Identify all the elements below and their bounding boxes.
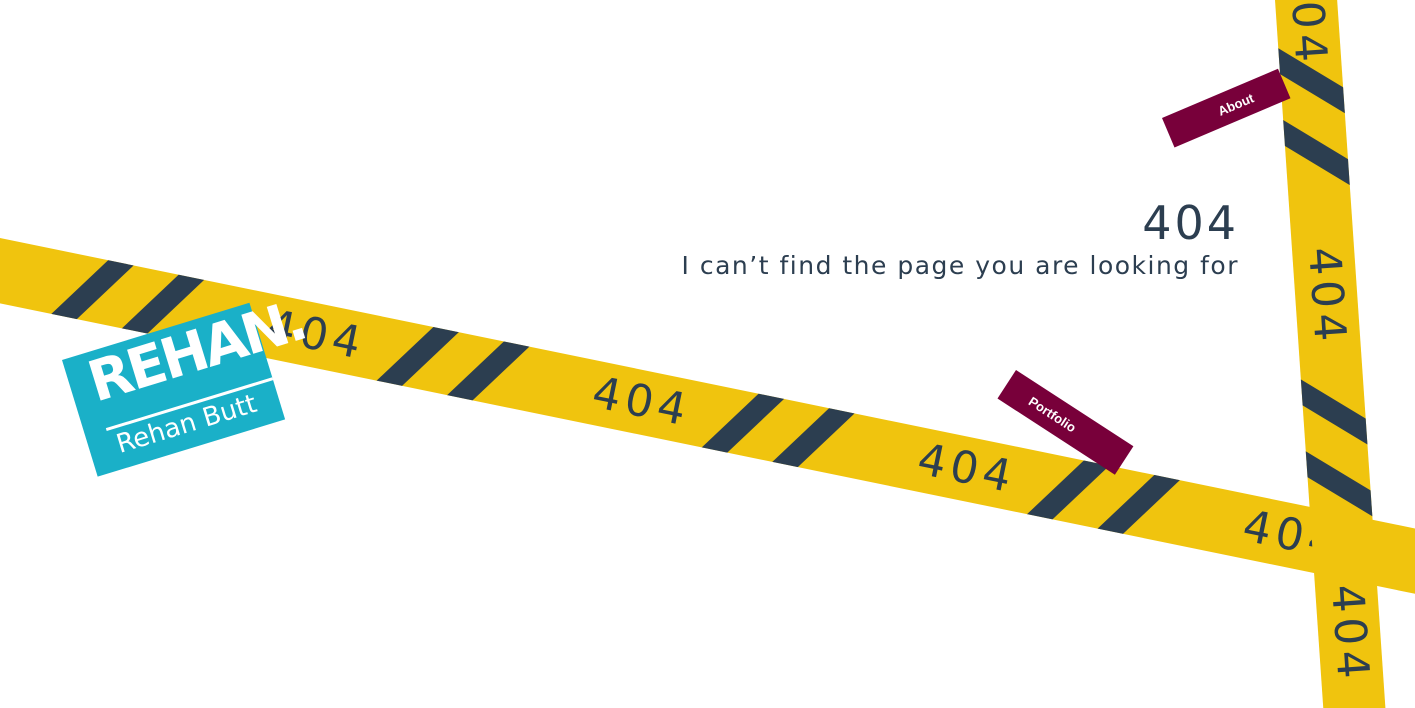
tape-stripe (42, 251, 143, 328)
tape-stripe (692, 385, 793, 462)
site-logo[interactable]: REHAN. Rehan Butt (62, 288, 312, 477)
nav-portfolio-label: Portfolio (1026, 393, 1080, 435)
tape-stripe (1275, 113, 1361, 192)
tape-stripe (1290, 373, 1378, 451)
nav-about-label: About (1215, 89, 1256, 119)
tape-stripe (438, 333, 539, 409)
caution-tape-vertical: 404 404 404 (1275, 0, 1388, 708)
error-code: 404 (1142, 196, 1239, 250)
tape-label: 404 (1320, 582, 1379, 685)
nav-about-link[interactable]: About (1162, 68, 1291, 148)
page-canvas: 404 404 404 404 404 404 404 About Portfo… (0, 0, 1415, 708)
tape-label: 404 (588, 366, 696, 437)
tape-stripe (763, 399, 864, 476)
error-block: 404 I can’t find the page you are lookin… (682, 198, 1239, 280)
tape-stripe (367, 318, 468, 395)
tape-label: 404 (1297, 245, 1356, 348)
tape-stripe (1088, 466, 1189, 543)
error-message: I can’t find the page you are looking fo… (681, 250, 1239, 280)
tape-label: 404 (913, 433, 1021, 504)
